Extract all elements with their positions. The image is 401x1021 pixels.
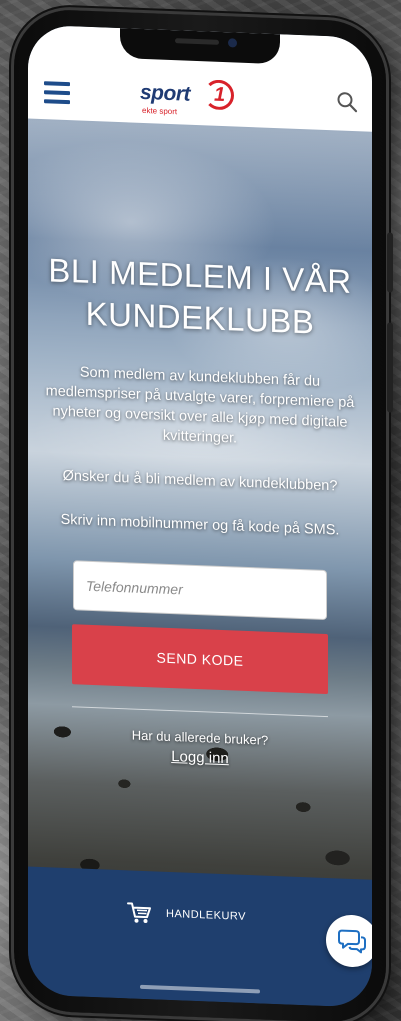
logo-text: sport [140,80,190,106]
existing-user-question: Har du allerede bruker? [131,727,269,748]
menu-icon-bar-2 [44,90,70,96]
sport1-logo[interactable]: sport 1 ekte sport [140,79,236,119]
membership-hero: BLI MEDLEM I VÅR KUNDEKLUBB Som medlem a… [28,119,372,774]
login-link[interactable]: Logg inn [171,748,229,767]
phone-frame: sport 1 ekte sport BLI MEDLEM I VÅR KUND… [14,8,393,1021]
chat-bubble-icon [338,929,366,954]
search-icon [337,92,358,113]
home-indicator [140,984,260,994]
front-camera [228,38,237,48]
phone-notch [120,28,280,65]
cart-button[interactable]: HANDLEKURV [126,900,246,929]
menu-icon-bar-3 [44,99,70,105]
cart-label: HANDLEKURV [166,907,246,923]
logo-number: 1 [214,83,226,107]
logo-tagline: ekte sport [142,105,178,117]
send-code-button[interactable]: SEND KODE [72,624,328,695]
phone-screen: sport 1 ekte sport BLI MEDLEM I VÅR KUND… [28,24,372,1008]
power-button [387,322,393,413]
membership-description: Som medlem av kundeklubben får du medlem… [45,364,355,447]
menu-icon-bar-1 [44,81,70,87]
menu-button[interactable] [44,81,70,105]
membership-question: Ønsker du å bli medlem av kundeklubben? [62,467,338,495]
bottom-bar: HANDLEKURV [28,866,372,1008]
divider [72,706,328,718]
page-title: BLI MEDLEM I VÅR KUNDEKLUBB [48,251,352,341]
speaker-grille [175,38,219,45]
search-button[interactable] [336,90,358,113]
sms-instruction: Skriv inn mobilnummer og få kode på SMS. [60,511,340,539]
volume-button [387,232,393,293]
phone-number-input[interactable] [73,560,327,621]
chat-button[interactable] [326,913,372,968]
shopping-cart-icon [127,902,151,924]
